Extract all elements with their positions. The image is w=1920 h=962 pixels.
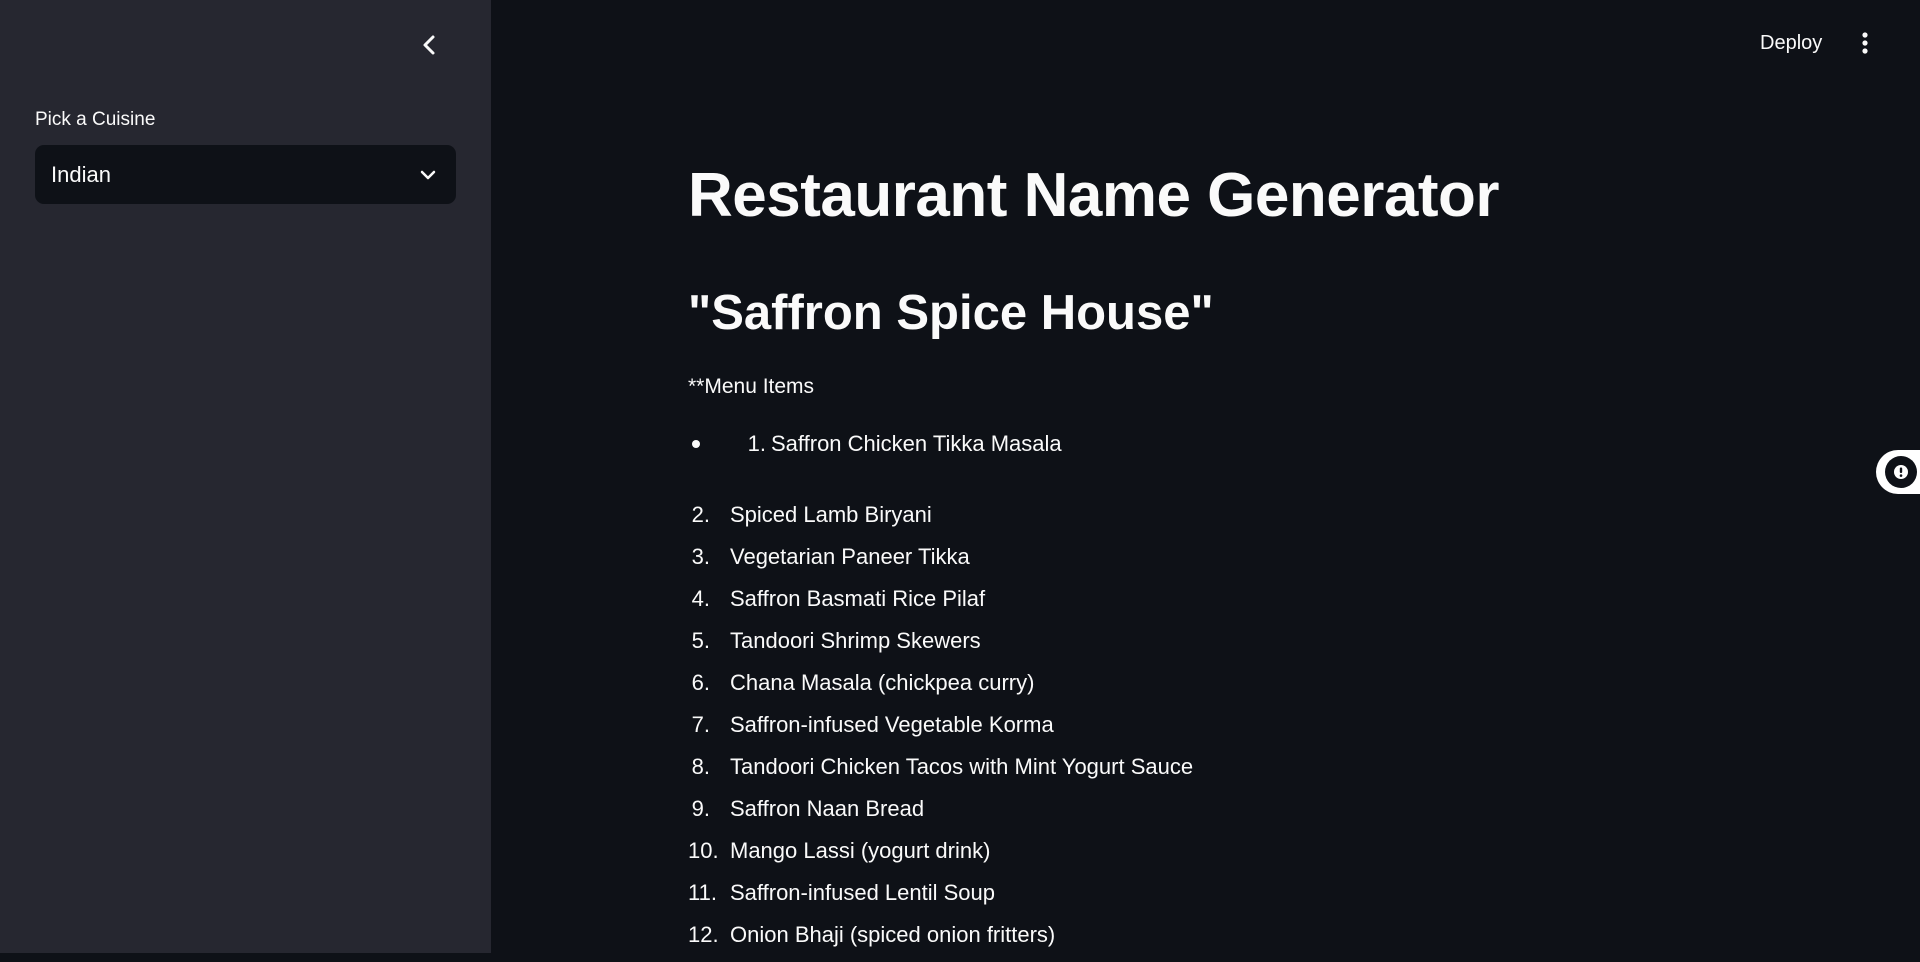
collapse-sidebar-button[interactable] bbox=[410, 28, 448, 62]
bullet-dot bbox=[692, 440, 700, 448]
item-number: 12. bbox=[688, 922, 719, 947]
item-text: Saffron Naan Bread bbox=[730, 796, 925, 821]
item-number: 11. bbox=[688, 880, 717, 905]
item-text: Saffron Basmati Rice Pilaf bbox=[730, 586, 986, 611]
item-text: Vegetarian Paneer Tikka bbox=[730, 544, 970, 569]
item-text: Saffron Chicken Tikka Masala bbox=[771, 431, 1062, 456]
item-number: 1. bbox=[747, 431, 766, 456]
chevron-left-icon bbox=[423, 35, 435, 55]
item-text: Spiced Lamb Biryani bbox=[730, 502, 932, 527]
item-text: Chana Masala (chickpea curry) bbox=[730, 670, 1035, 695]
cuisine-select-label: Pick a Cuisine bbox=[35, 109, 156, 130]
item-number: 7. bbox=[691, 712, 710, 737]
sidebar: Pick a Cuisine Indian bbox=[0, 0, 491, 953]
vertical-ellipsis-icon bbox=[1862, 32, 1868, 54]
cuisine-select[interactable]: Indian bbox=[35, 145, 456, 204]
main-menu-button[interactable] bbox=[1848, 26, 1882, 60]
item-number: 3. bbox=[691, 544, 710, 569]
item-text: Saffron-infused Lentil Soup bbox=[730, 880, 995, 905]
menu-heading: **Menu Items bbox=[688, 375, 815, 398]
item-text: Mango Lassi (yogurt drink) bbox=[730, 838, 991, 863]
bullet-list-item: 1. Saffron Chicken Tikka Masala bbox=[688, 431, 1062, 456]
item-number: 10. bbox=[688, 838, 719, 863]
item-text: Tandoori Shrimp Skewers bbox=[730, 628, 981, 653]
item-text: Saffron-infused Vegetable Korma bbox=[730, 712, 1054, 737]
cuisine-select-value: Indian bbox=[51, 161, 111, 187]
chevron-down-icon bbox=[416, 163, 440, 187]
deploy-button[interactable]: Deploy bbox=[1752, 26, 1830, 60]
page-title: Restaurant Name Generator bbox=[688, 161, 1500, 230]
item-number: 8. bbox=[691, 754, 710, 779]
item-number: 5. bbox=[691, 628, 710, 653]
item-number: 2. bbox=[691, 502, 710, 527]
chat-widget-button[interactable] bbox=[1876, 450, 1920, 494]
chat-widget-icon bbox=[1885, 456, 1917, 488]
item-text: Tandoori Chicken Tacos with Mint Yogurt … bbox=[730, 754, 1194, 779]
item-number: 4. bbox=[691, 586, 710, 611]
item-number: 9. bbox=[691, 796, 710, 821]
item-text: Onion Bhaji (spiced onion fritters) bbox=[730, 922, 1056, 947]
restaurant-name: "Saffron Spice House" bbox=[688, 286, 1214, 340]
item-number: 6. bbox=[691, 670, 710, 695]
